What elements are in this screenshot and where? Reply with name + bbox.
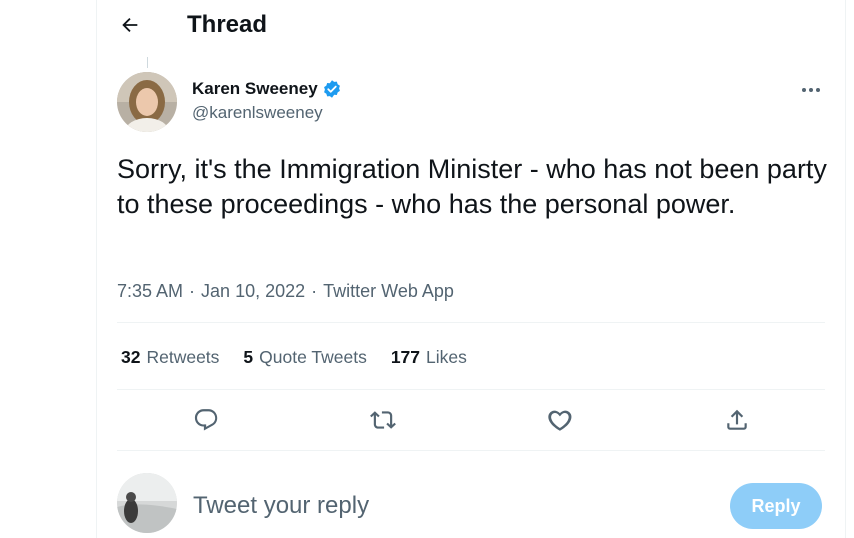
share-icon [726, 409, 747, 430]
divider [117, 450, 825, 451]
quote-tweets-stat[interactable]: 5 Quote Tweets [243, 346, 366, 368]
reply-submit-button[interactable]: Reply [730, 483, 822, 529]
meta-separator: · [189, 281, 196, 301]
author-info: Karen Sweeney @karenlsweeney [192, 78, 342, 124]
share-button[interactable] [717, 400, 757, 440]
thread-connector-line [147, 57, 148, 68]
arrow-left-icon [122, 17, 138, 33]
likes-label: Likes [426, 347, 467, 367]
heart-icon [547, 410, 571, 431]
likes-stat[interactable]: 177 Likes [391, 346, 467, 368]
thread-header: Thread [97, 0, 845, 50]
author-display-name[interactable]: Karen Sweeney [192, 78, 318, 100]
tweet-source[interactable]: Twitter Web App [323, 280, 454, 302]
more-horizontal-icon [802, 88, 820, 92]
retweet-icon [369, 411, 396, 429]
reply-input[interactable] [193, 488, 693, 524]
quote-tweets-count: 5 [243, 347, 254, 367]
retweets-label: Retweets [146, 347, 220, 367]
divider [117, 322, 825, 323]
thread-column: Thread Karen Sweeney @karenlsweeney Sorr… [96, 0, 846, 538]
meta-separator: · [311, 281, 318, 301]
likes-count: 177 [390, 347, 421, 367]
user-avatar-photo [117, 473, 177, 533]
tweet-actions [117, 398, 825, 442]
display-name-row: Karen Sweeney [192, 78, 342, 100]
reply-button[interactable] [186, 400, 226, 440]
quote-tweets-label: Quote Tweets [259, 347, 367, 367]
page-title: Thread [187, 11, 268, 38]
author-handle[interactable]: @karenlsweeney [192, 102, 342, 124]
tweet-date[interactable]: Jan 10, 2022 [201, 280, 305, 302]
tweet-stats: 32 Retweets 5 Quote Tweets 177 Likes [121, 346, 467, 368]
verified-badge-icon [323, 80, 340, 98]
back-button[interactable] [113, 10, 147, 40]
like-button[interactable] [540, 400, 580, 440]
retweet-button[interactable] [363, 400, 403, 440]
avatar-photo [117, 72, 177, 132]
more-options-button[interactable] [799, 80, 823, 100]
tweet-text: Sorry, it's the Immigration Minister - w… [117, 154, 827, 219]
divider [117, 389, 825, 390]
retweets-count: 32 [121, 347, 141, 367]
tweet-metadata: 7:35 AM · Jan 10, 2022 · Twitter Web App [117, 280, 454, 302]
reply-icon [194, 409, 217, 431]
tweet-time[interactable]: 7:35 AM [117, 280, 183, 302]
user-avatar[interactable] [117, 473, 177, 533]
retweets-stat[interactable]: 32 Retweets [121, 346, 219, 368]
author-avatar[interactable] [117, 72, 177, 132]
